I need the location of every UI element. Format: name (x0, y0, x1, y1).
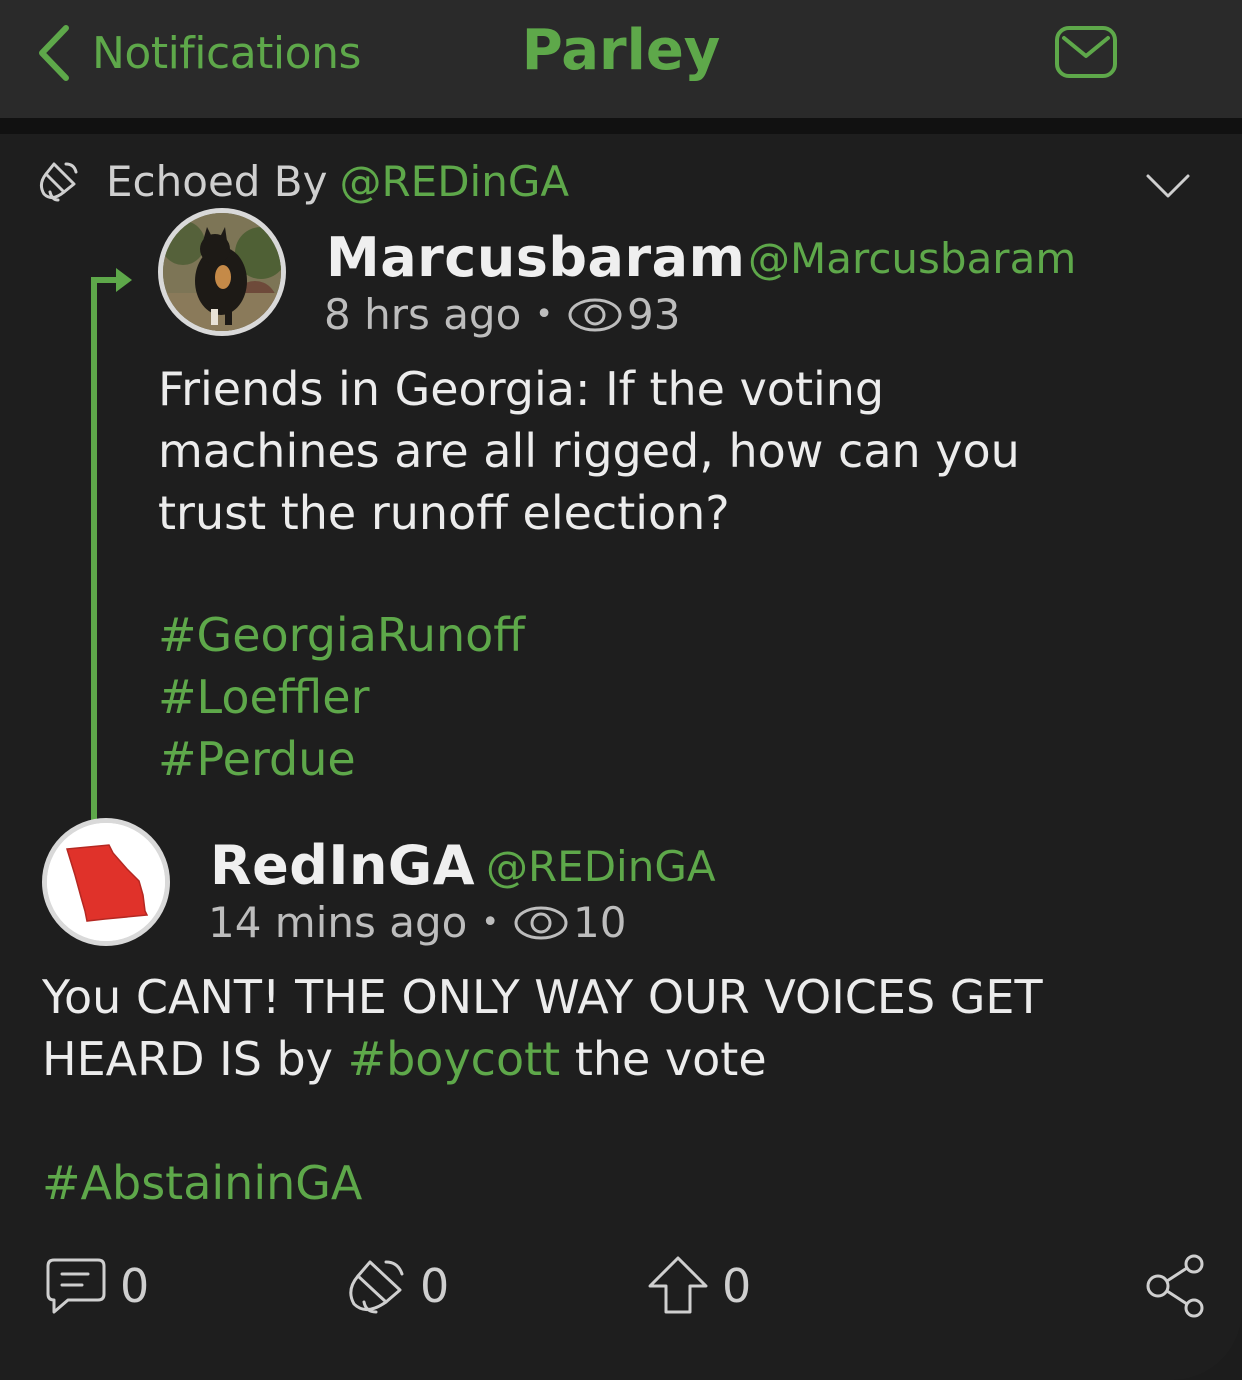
meta-separator: • (481, 905, 500, 940)
top-navigation-bar: Notifications Parley (0, 0, 1242, 118)
original-post-views: 93 (627, 290, 681, 339)
comment-count: 0 (120, 1259, 150, 1313)
avatar-redinga[interactable] (42, 818, 170, 946)
reply-post-time: 14 mins ago (208, 898, 468, 947)
app-title-text: Parley (521, 18, 721, 83)
header-divider (0, 118, 1242, 134)
comment-button[interactable]: 0 (44, 1254, 149, 1318)
reply-post-line: You CANT! THE ONLY WAY OUR VOICES GET (42, 970, 1043, 1024)
original-post-line: Friends in Georgia: If the voting (158, 362, 885, 416)
mail-icon[interactable] (1054, 24, 1118, 80)
upvote-count: 0 (722, 1259, 752, 1313)
hashtag-link[interactable]: #Perdue (158, 728, 525, 790)
share-icon (1146, 1254, 1204, 1318)
reply-post-hashtags: #AbstaininGA (42, 1152, 362, 1214)
original-post-line: trust the runoff election? (158, 486, 730, 540)
hashtag-link[interactable]: #Loeffler (158, 666, 525, 728)
echo-icon (39, 162, 78, 202)
echoed-by-label: Echoed By (106, 156, 328, 206)
cat-avatar-image (163, 213, 281, 331)
post-actions-bar: 0 0 0 (0, 1254, 1242, 1324)
reply-post-meta: 14 mins ago • 10 (208, 898, 626, 947)
comment-icon (46, 1258, 106, 1314)
original-author-name[interactable]: Marcusbaram (326, 226, 745, 289)
original-post-line: machines are all rigged, how can you (158, 424, 1020, 478)
eye-icon (514, 906, 568, 939)
echoed-by-row: Echoed By @REDinGA (36, 156, 569, 206)
original-post-time: 8 hrs ago (324, 290, 522, 339)
echoed-by-handle[interactable]: @REDinGA (339, 157, 569, 206)
upvote-icon (648, 1256, 708, 1314)
original-author-handle[interactable]: @Marcusbaram (748, 234, 1076, 283)
share-button[interactable] (1144, 1254, 1220, 1318)
original-post-meta: 8 hrs ago • 93 (324, 290, 680, 339)
chevron-down-icon[interactable] (1144, 172, 1192, 200)
reply-line2-prefix: HEARD IS by (42, 1032, 333, 1086)
eye-icon (568, 298, 622, 331)
upvote-button[interactable]: 0 (646, 1254, 751, 1318)
reply-line2-suffix: the vote (574, 1032, 767, 1086)
reply-author-name[interactable]: RedInGA (210, 834, 475, 897)
hashtag-link[interactable]: #GeorgiaRunoff (158, 604, 525, 666)
original-post-body: Friends in Georgia: If the voting machin… (158, 358, 1020, 544)
reply-post-line: HEARD IS by #boycott the vote (42, 1028, 1043, 1090)
hashtag-link[interactable]: #boycott (348, 1032, 561, 1086)
reply-post-views: 10 (573, 898, 627, 947)
meta-separator: • (535, 297, 553, 332)
georgia-map-avatar (47, 823, 165, 941)
original-post-hashtags: #GeorgiaRunoff #Loeffler #Perdue (158, 604, 525, 790)
post-card[interactable]: Echoed By @REDinGA Marcusbaram @Marcusba… (0, 134, 1242, 1380)
reply-post-body: You CANT! THE ONLY WAY OUR VOICES GET HE… (42, 966, 1043, 1090)
echo-button[interactable]: 0 (344, 1254, 449, 1318)
reply-author-handle[interactable]: @REDinGA (486, 842, 716, 891)
hashtag-link[interactable]: #AbstaininGA (42, 1152, 362, 1214)
avatar-marcusbaram[interactable] (158, 208, 286, 336)
echo-icon (349, 1260, 404, 1314)
echo-count: 0 (420, 1259, 450, 1313)
